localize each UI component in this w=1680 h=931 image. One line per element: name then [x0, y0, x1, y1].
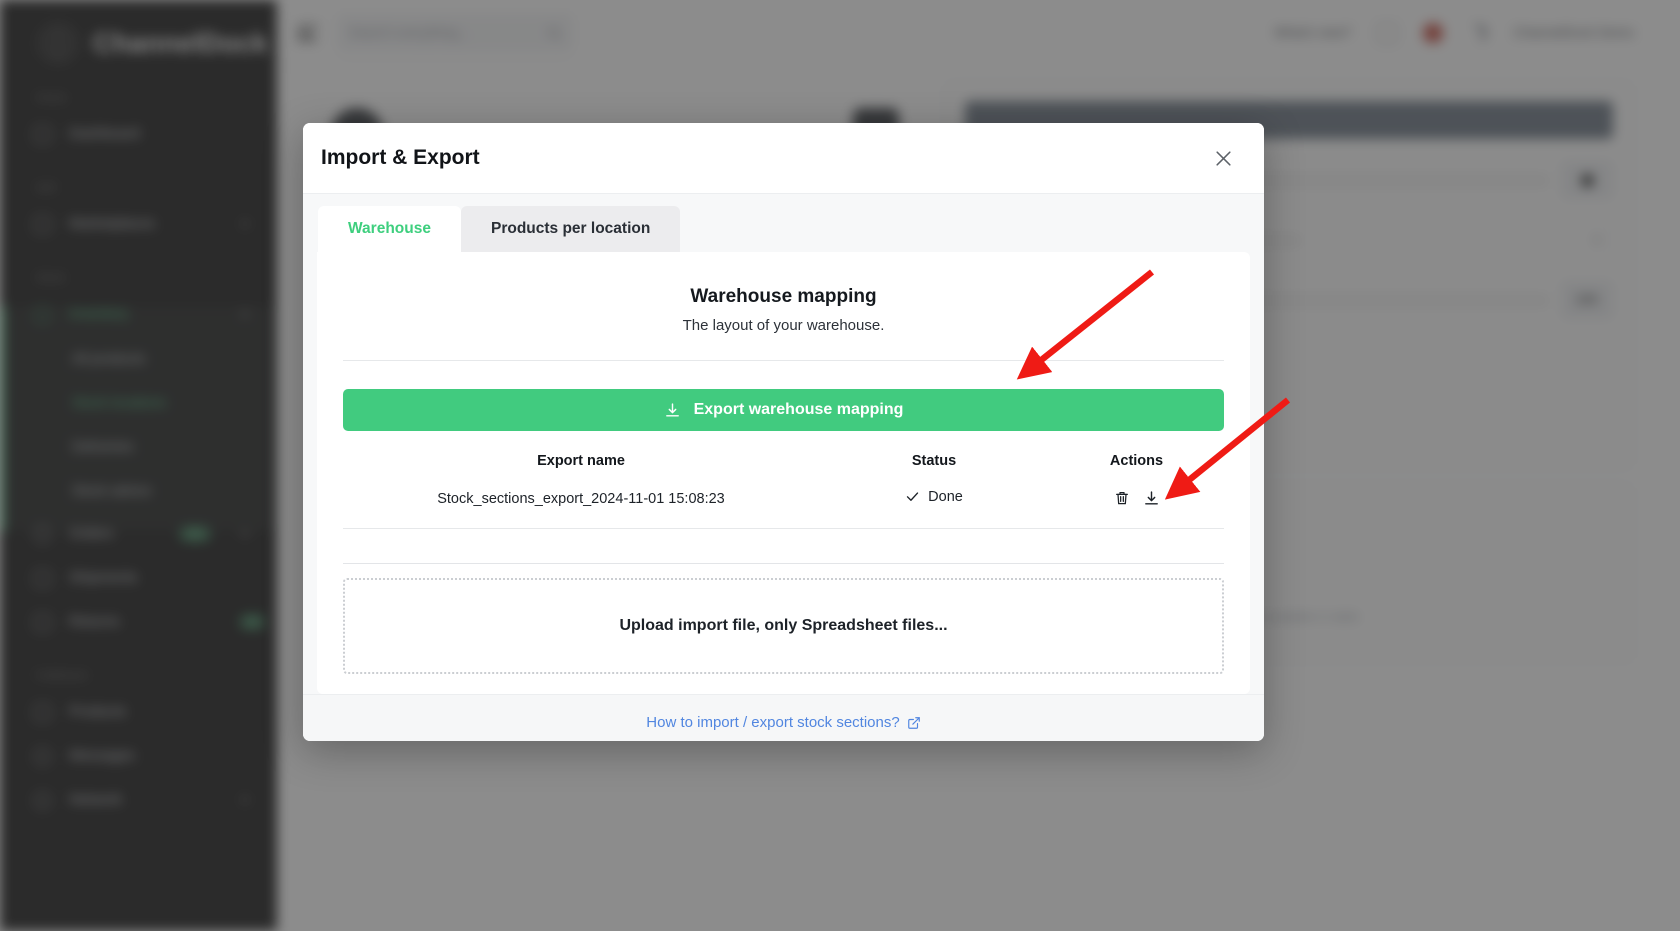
export-status-cell: Done: [819, 489, 1049, 509]
column-status: Status: [911, 453, 957, 469]
warehouse-tab-panel: Warehouse mapping The layout of your war…: [317, 252, 1250, 694]
exports-table: Export name Status Actions Stock_section…: [343, 453, 1224, 529]
column-export-name: Export name: [537, 453, 625, 469]
tab-products-per-location[interactable]: Products per location: [460, 206, 681, 252]
export-actions-cell: [1049, 487, 1224, 510]
panel-title: Warehouse mapping: [690, 286, 877, 307]
dropzone-label: Upload import file, only Spreadsheet fil…: [619, 617, 948, 634]
import-export-modal: Import & Export Warehouse Products per l…: [303, 123, 1264, 741]
help-link-label: How to import / export stock sections?: [646, 714, 900, 731]
export-name-value: Stock_sections_export_2024-11-01 15:08:2…: [437, 490, 725, 507]
check-icon: [906, 492, 919, 502]
column-actions: Actions: [1109, 453, 1164, 469]
modal-title: Import & Export: [321, 146, 480, 169]
close-icon[interactable]: [1208, 143, 1238, 173]
export-status-value: Done: [928, 488, 963, 505]
tab-warehouse[interactable]: Warehouse: [318, 206, 461, 252]
export-button-label: Export warehouse mapping: [693, 401, 904, 418]
modal-header: Import & Export: [303, 123, 1264, 194]
modal-footer: How to import / export stock sections?: [303, 694, 1264, 741]
app-root: ChannelDock Home Dashboard Sell Marketpl…: [0, 0, 1680, 931]
upload-dropzone[interactable]: Upload import file, only Spreadsheet fil…: [343, 578, 1224, 674]
download-icon[interactable]: [1141, 487, 1163, 509]
upload-divider: [343, 563, 1224, 564]
trash-icon[interactable]: [1111, 487, 1133, 509]
export-warehouse-mapping-button[interactable]: Export warehouse mapping: [343, 389, 1224, 431]
exports-table-header: Export name Status Actions: [343, 453, 1224, 487]
external-link-icon: [907, 716, 920, 729]
help-link[interactable]: How to import / export stock sections?: [646, 714, 920, 731]
download-icon: [665, 402, 679, 417]
modal-tabs: Warehouse Products per location: [317, 206, 1250, 252]
modal-body: Warehouse Products per location Warehous…: [303, 194, 1264, 694]
panel-subtitle: The layout of your warehouse.: [682, 317, 885, 334]
table-row: Stock_sections_export_2024-11-01 15:08:2…: [343, 487, 1224, 529]
panel-divider: [343, 360, 1224, 361]
